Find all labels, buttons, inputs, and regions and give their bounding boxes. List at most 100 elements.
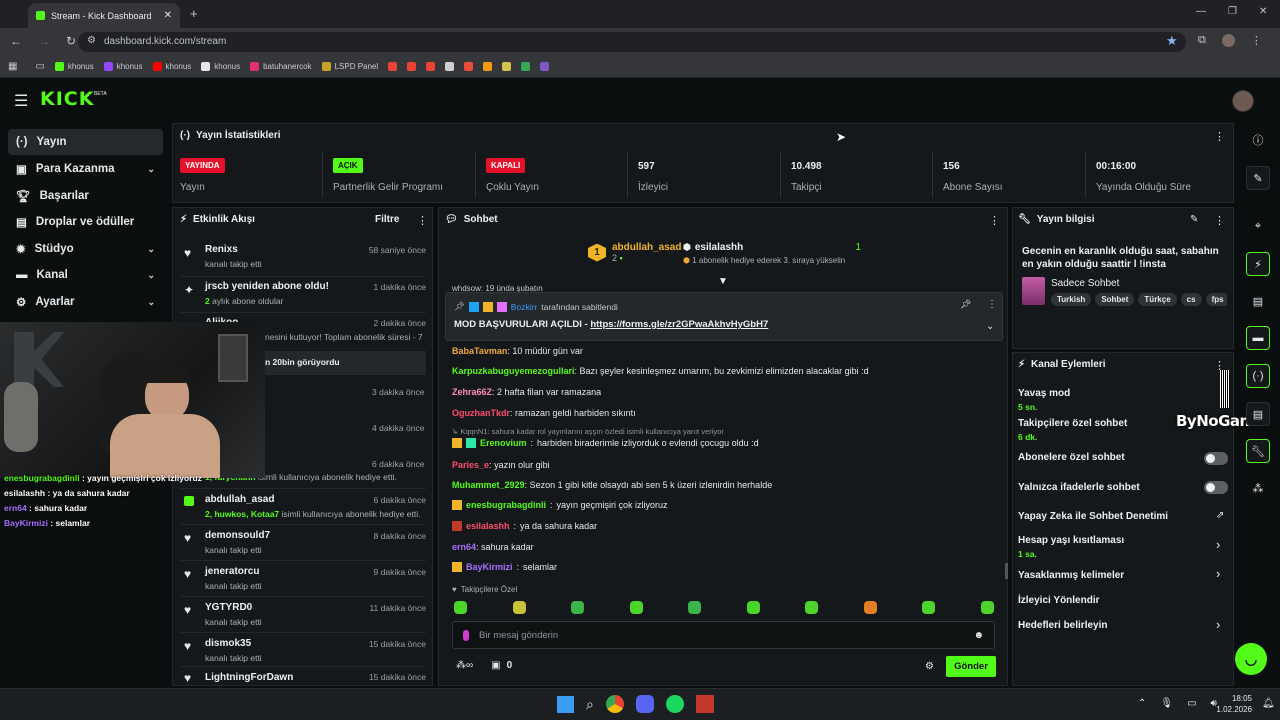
emotes-only-toggle[interactable] xyxy=(1204,481,1228,494)
folder-icon[interactable]: ▭ xyxy=(35,61,44,72)
browser-tab[interactable]: Stream - Kick Dashboard ✕ xyxy=(28,3,180,28)
back-icon[interactable]: ← xyxy=(10,34,22,48)
bookmark-youtube[interactable]: khonus xyxy=(152,62,191,71)
unpin-icon[interactable]: 📌︎ xyxy=(960,299,971,310)
bookmark-gmail-icon[interactable] xyxy=(388,62,398,71)
tag[interactable]: Turkish xyxy=(1051,293,1092,306)
broadcast-icon[interactable]: (·) xyxy=(1246,364,1270,388)
tag[interactable]: Sohbet xyxy=(1095,293,1135,306)
edit-stream-icon[interactable]: ✎ xyxy=(1246,166,1270,190)
chevron-right-icon[interactable]: › xyxy=(1216,537,1220,552)
url-field[interactable]: dashboard.kick.com/stream xyxy=(78,32,1186,52)
bookmark-red-icon[interactable] xyxy=(464,62,474,71)
emote-icon[interactable] xyxy=(980,601,994,614)
bookmark-kick[interactable]: khonus xyxy=(54,62,94,71)
close-tab-icon[interactable]: ✕ xyxy=(164,10,172,21)
chat-menu-icon[interactable]: ⋮ xyxy=(989,214,1000,227)
tray-chevron-icon[interactable]: ⌃ xyxy=(1138,698,1146,709)
bookmark-x[interactable]: khonus xyxy=(201,62,240,71)
apps-grid-icon[interactable]: ▦ xyxy=(8,61,17,72)
kick-logo[interactable]: KICK xyxy=(40,88,94,110)
notifications-icon[interactable]: 🔔︎ xyxy=(1262,698,1275,709)
action-goals[interactable]: Hedefleri belirleyin xyxy=(1018,620,1107,631)
spotify-icon[interactable] xyxy=(665,695,684,713)
sidebar-item-para-kazanma[interactable]: ▣ Para Kazanma ⌄ xyxy=(8,156,163,182)
emote-icon[interactable] xyxy=(805,601,819,614)
reload-icon[interactable]: ↻ xyxy=(66,34,76,48)
maximize-icon[interactable]: ❐ xyxy=(1228,6,1237,17)
viewers-link-icon[interactable]: ⁂∞ xyxy=(456,660,473,671)
emote-icon[interactable] xyxy=(571,601,585,614)
sidebar-item-studyo[interactable]: ✹ Stüdyo ⌄ xyxy=(8,236,163,262)
external-link-icon[interactable]: ⇗ xyxy=(1216,510,1224,521)
clipboard-icon[interactable]: ▤ xyxy=(1246,289,1270,313)
site-info-icon[interactable]: ⚙ xyxy=(87,35,96,46)
action-raid[interactable]: İzleyici Yönlendir xyxy=(1018,595,1100,606)
share-icon[interactable]: ⁂ xyxy=(1246,476,1270,500)
emoji-icon[interactable]: ☻ xyxy=(973,630,984,641)
chat-input[interactable]: Bir mesaj gönderin ☻ xyxy=(452,621,995,649)
emote-icon[interactable] xyxy=(688,601,702,614)
search-icon[interactable]: ⌕ xyxy=(586,696,594,713)
subs-only-toggle[interactable] xyxy=(1204,452,1228,465)
browser-menu-icon[interactable]: ⋮ xyxy=(1251,34,1262,47)
forward-icon[interactable]: → xyxy=(38,34,50,48)
stats-menu-icon[interactable]: ⋮ xyxy=(1214,130,1225,143)
discord-icon[interactable] xyxy=(635,695,654,713)
hamburger-menu-icon[interactable]: ☰ xyxy=(14,91,28,111)
tag[interactable]: cs xyxy=(1180,293,1202,306)
action-banned-words[interactable]: Yasaklanmış kelimeler xyxy=(1018,570,1124,581)
sidebar-item-droplar[interactable]: ▤ Droplar ve ödüller xyxy=(8,209,163,235)
emote-icon[interactable] xyxy=(863,601,877,614)
sidebar-item-yayin[interactable]: (·) Yayın xyxy=(8,129,163,155)
bookmark-doc-icon[interactable] xyxy=(445,62,455,71)
chevron-right-icon[interactable]: › xyxy=(1216,617,1220,632)
mic-icon[interactable]: 🎙︎ xyxy=(1160,698,1173,709)
action-ai-moderation[interactable]: Yapay Zeka ile Sohbet Denetimi xyxy=(1018,511,1168,522)
quick-actions-icon[interactable]: ⚡︎ xyxy=(1246,252,1270,276)
bookmark-gmail-icon[interactable] xyxy=(407,62,417,71)
profile-avatar[interactable] xyxy=(1221,34,1235,47)
action-account-age[interactable]: Hesap yaşı kısıtlaması 1 sa. xyxy=(1018,535,1124,559)
windows-start-icon[interactable] xyxy=(557,695,574,713)
emote-icon[interactable] xyxy=(746,601,760,614)
bookmark-twitch[interactable]: khonus xyxy=(103,62,143,71)
feed-menu-icon[interactable]: ⋮ xyxy=(417,214,428,227)
info-icon[interactable]: ⓘ xyxy=(1246,128,1270,152)
collapse-arrow-icon[interactable]: ▼ xyxy=(718,276,728,287)
bookmark-gmail-icon[interactable] xyxy=(426,62,436,71)
action-followers-only[interactable]: Takipçilere özel sohbet 6 dk. xyxy=(1018,418,1127,442)
emote-icon[interactable] xyxy=(512,601,526,614)
bookmark-sheets-icon[interactable] xyxy=(521,62,531,71)
category-name[interactable]: Sadece Sohbet xyxy=(1051,278,1119,289)
wrench-icon[interactable]: 🔧︎ xyxy=(1246,439,1270,463)
mic-icon[interactable] xyxy=(463,629,469,641)
store-icon[interactable]: ▣ xyxy=(491,660,500,671)
chrome-icon[interactable] xyxy=(605,695,624,713)
new-tab-icon[interactable]: + xyxy=(190,6,198,21)
filter-button[interactable]: Filtre xyxy=(375,214,399,225)
bookmark-forms-icon[interactable] xyxy=(540,62,550,71)
send-button[interactable]: Gönder xyxy=(946,656,996,677)
support-headset-icon[interactable]: ◡ xyxy=(1235,643,1267,675)
expand-icon[interactable]: ⌄ xyxy=(986,321,994,332)
action-slow-mode[interactable]: Yavaş mod 5 sn. xyxy=(1018,388,1070,412)
chat-icon[interactable]: ▬ xyxy=(1246,326,1270,350)
minimize-icon[interactable]: — xyxy=(1196,6,1206,17)
edit-icon[interactable]: ✎ xyxy=(1190,214,1198,225)
window-close-icon[interactable]: ✕ xyxy=(1259,6,1267,17)
sidebar-item-ayarlar[interactable]: ⚙ Ayarlar ⌄ xyxy=(8,289,163,315)
pinned-link[interactable]: https://forms.gle/zr2GPwaAkhvHyGbH7 xyxy=(590,319,768,330)
chat-scrollbar[interactable] xyxy=(1005,563,1008,579)
pin-menu-icon[interactable]: ⋮ xyxy=(987,299,997,310)
emote-icon[interactable] xyxy=(629,601,643,614)
extensions-icon[interactable]: ⧉ xyxy=(1198,34,1206,47)
bookmark-instagram[interactable]: batuhanercok xyxy=(250,62,312,71)
tag[interactable]: Türkçe xyxy=(1138,293,1177,306)
storage-icon[interactable]: ▤ xyxy=(1246,402,1270,426)
bookmark-yellow-icon[interactable] xyxy=(502,62,512,71)
chat-settings-icon[interactable]: ⚙ xyxy=(925,661,934,672)
category-thumbnail[interactable] xyxy=(1022,277,1045,305)
bookmark-lspd[interactable]: LSPD Panel xyxy=(321,62,378,71)
chevron-right-icon[interactable]: › xyxy=(1216,566,1220,581)
